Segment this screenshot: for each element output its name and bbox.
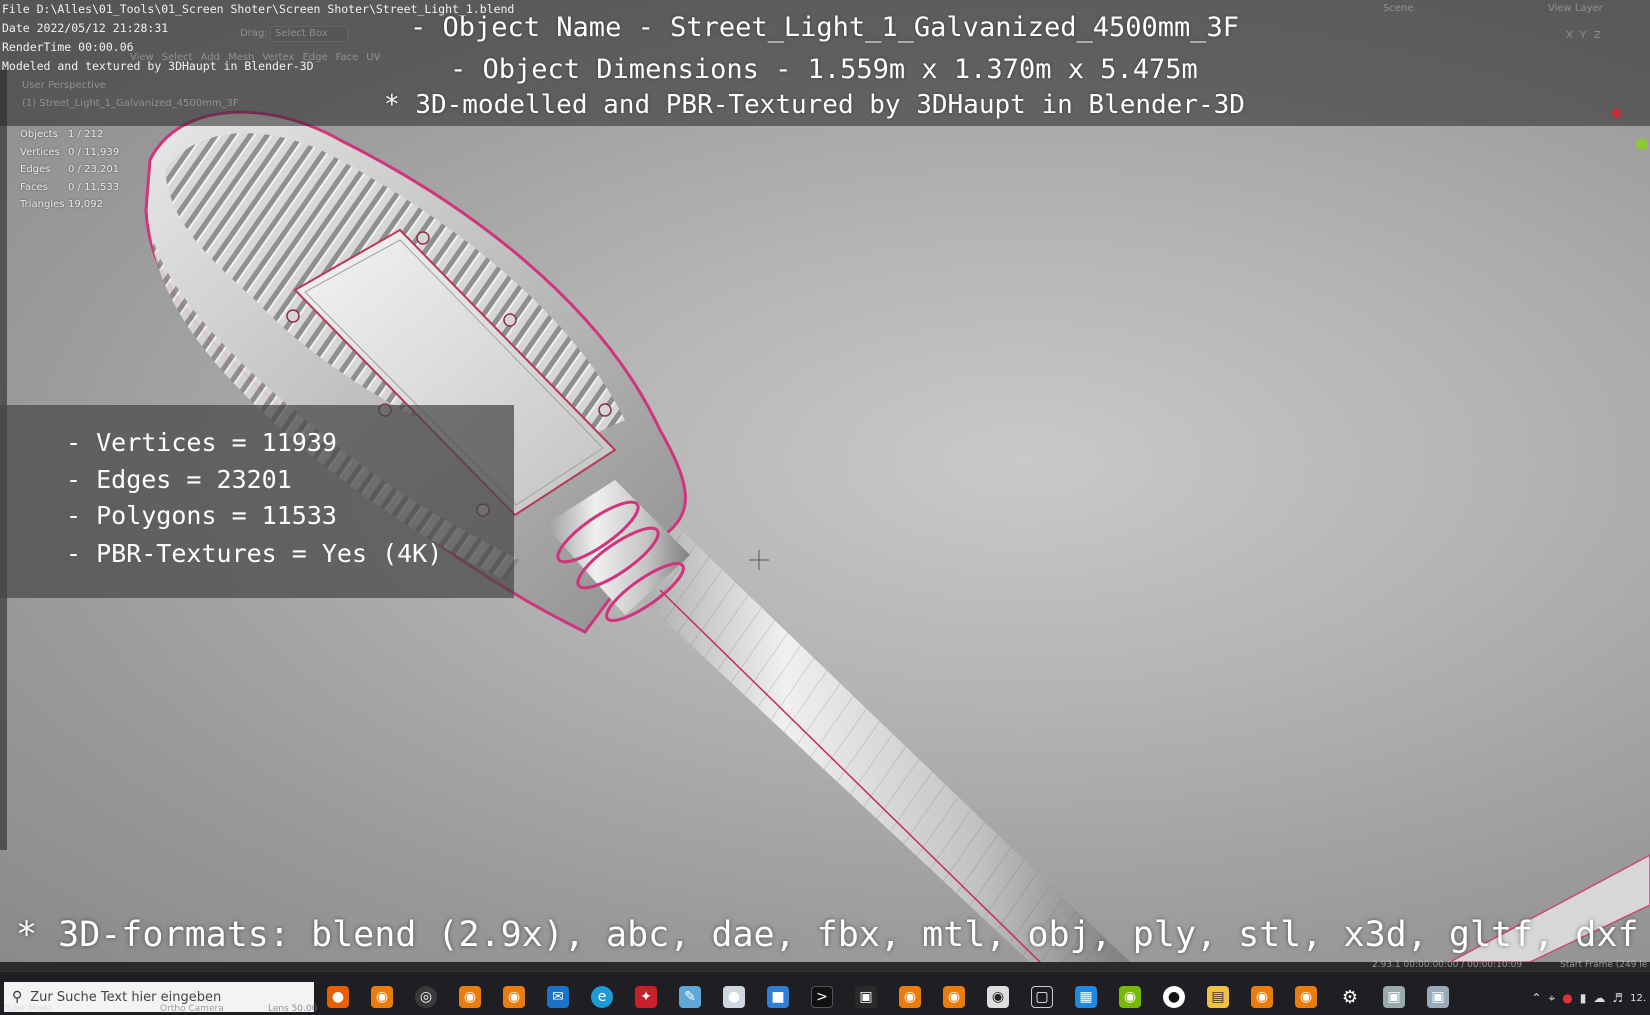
blender-icon[interactable]: ◉ — [459, 986, 481, 1008]
view-layer-selector[interactable]: View Layer — [1548, 3, 1603, 14]
blender-icon[interactable]: ◉ — [371, 986, 393, 1008]
cloud-icon[interactable]: ☁ — [1593, 991, 1605, 1005]
shield-icon[interactable]: ● — [1562, 991, 1572, 1005]
panda-icon[interactable]: ◉ — [987, 986, 1009, 1008]
blender-status-bar: 2.93.1 00:00:00:00 / 00:00:10:09 Start F… — [0, 960, 1650, 971]
mail-icon[interactable]: ✉ — [547, 986, 569, 1008]
blender-icon[interactable]: ◉ — [1295, 986, 1317, 1008]
edge-icon[interactable]: e — [591, 986, 613, 1008]
date-line: Date 2022/05/12 21:28:31 — [2, 21, 169, 35]
calendar-icon[interactable]: ▦ — [1075, 986, 1097, 1008]
viewport-mode: User Perspective — [22, 80, 106, 91]
windows-taskbar: ⚲ Zur Suche Text hier eingeben Tube Mode… — [0, 971, 1650, 1015]
start-frame: Start Frame (249 le — [1560, 960, 1648, 970]
obs-icon[interactable]: ◎ — [415, 986, 437, 1008]
menu-item[interactable]: UV — [366, 52, 380, 63]
app-window-icon[interactable]: ▣ — [1383, 986, 1405, 1008]
blender-icon[interactable]: ◉ — [503, 986, 525, 1008]
info-pbr-textures: - PBR-Textures = Yes (4K) — [66, 539, 443, 568]
gizmo-y-dot[interactable] — [1636, 138, 1648, 150]
search-placeholder: Zur Suche Text hier eingeben — [30, 989, 222, 1005]
status-tube-mode: Tube Mode — [4, 1004, 53, 1014]
stat-row: Faces 0 / 11,533 — [20, 181, 120, 193]
info-polygons: - Polygons = 11533 — [66, 501, 337, 530]
stat-row: Vertices 0 / 11,939 — [20, 146, 120, 158]
chevron-up-icon[interactable]: ⌃ — [1531, 991, 1541, 1005]
status-ortho-camera: Ortho Camera — [160, 1004, 224, 1014]
info-vertices: - Vertices = 11939 — [66, 428, 337, 457]
system-tray: ⌃ ⌖ ● ▮ ☁ ♬ 12. — [1531, 986, 1650, 1010]
status-lens: Lens 50.00 — [268, 1004, 318, 1014]
app-red-icon[interactable]: ✦ — [635, 986, 657, 1008]
cube-icon[interactable]: ▢ — [1031, 986, 1053, 1008]
timeline-info: 2.93.1 00:00:00:00 / 00:00:10:09 — [1372, 960, 1523, 970]
3d-cursor — [749, 550, 769, 570]
blender-icon[interactable]: ◉ — [899, 986, 921, 1008]
app-window2-icon[interactable]: ▣ — [1427, 986, 1449, 1008]
gizmo-x-dot[interactable] — [1612, 108, 1622, 118]
modeled-by-line: Modeled and textured by 3DHaupt in Blend… — [2, 59, 314, 73]
settings-icon[interactable]: ⚙ — [1339, 986, 1361, 1008]
battery-icon[interactable]: ▮ — [1580, 991, 1587, 1005]
search-icon: ⚲ — [12, 989, 23, 1005]
info-edges: - Edges = 23201 — [66, 465, 292, 494]
explorer-icon[interactable]: ▤ — [1207, 986, 1229, 1008]
object-dimensions-title: - Object Dimensions - 1.559m x 1.370m x … — [450, 54, 1198, 85]
select-box-label: Select Box — [275, 28, 328, 39]
scene-selector[interactable]: Scene — [1383, 3, 1414, 14]
app-dark-icon[interactable]: ▣ — [855, 986, 877, 1008]
axis-z-label[interactable]: Z — [1594, 30, 1601, 41]
stat-row: Objects 1 / 212 — [20, 129, 104, 141]
stat-row: Edges 0 / 23,201 — [20, 164, 120, 176]
terminal-icon[interactable]: > — [811, 986, 833, 1008]
blender-icon[interactable]: ◉ — [943, 986, 965, 1008]
paint-icon[interactable]: ● — [723, 986, 745, 1008]
app-blue-icon[interactable]: ■ — [767, 986, 789, 1008]
object-name-title: - Object Name - Street_Light_1_Galvanize… — [410, 12, 1240, 43]
blender-icon[interactable]: ◉ — [1251, 986, 1273, 1008]
formats-line: * 3D-formats: blend (2.9x), abc, dae, fb… — [16, 915, 1639, 955]
app-circle-icon[interactable]: ● — [1163, 986, 1185, 1008]
stat-row: Triangles 19,092 — [20, 199, 103, 211]
axis-y-label[interactable]: Y — [1580, 30, 1586, 41]
credit-title: * 3D-modelled and PBR-Textured by 3DHaup… — [384, 90, 1245, 120]
network-icon[interactable]: ⌖ — [1548, 991, 1555, 1006]
volume-icon[interactable]: ♬ — [1612, 991, 1623, 1005]
3d-viewport[interactable]: Drag: Select Box View Select Add Mesh Ve… — [0, 0, 1650, 962]
menu-item[interactable]: Face — [336, 52, 359, 63]
clock[interactable]: 12. — [1630, 993, 1646, 1004]
scene-statistics: Objects 1 / 212 Vertices 0 / 11,939 Edges 0… — [20, 126, 148, 214]
nvidia-icon[interactable]: ◉ — [1119, 986, 1141, 1008]
viewport-object-name: (1) Street_Light_1_Galvanized_4500mm_3F — [22, 98, 239, 109]
notepad-icon[interactable]: ✎ — [679, 986, 701, 1008]
axis-x-label[interactable]: X — [1566, 30, 1573, 41]
drag-label: Drag: — [240, 28, 268, 39]
firefox-icon[interactable]: ● — [327, 986, 349, 1008]
render-time-line: RenderTime 00:00.06 — [2, 40, 134, 54]
